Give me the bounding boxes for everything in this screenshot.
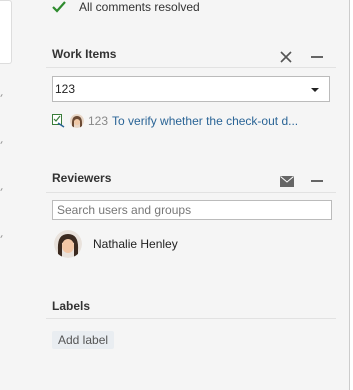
task-type-icon [52, 114, 65, 128]
divider-tick [0, 93, 3, 98]
reviewers-title: Reviewers [52, 171, 112, 185]
reviewer-item[interactable]: Nathalie Henley [54, 230, 178, 258]
work-item-row[interactable]: 123 To verify whether the check-out d... [52, 113, 298, 129]
mail-icon [280, 175, 294, 187]
work-item-link[interactable]: To verify whether the check-out d... [112, 114, 298, 128]
divider-tick [0, 140, 3, 145]
add-label-button[interactable]: Add label [52, 331, 115, 349]
collapse-work-items-button[interactable] [310, 50, 324, 64]
work-item-select[interactable]: 123 [52, 76, 330, 102]
close-icon [280, 51, 292, 63]
divider-tick [0, 234, 3, 239]
avatar [70, 114, 84, 128]
left-card [0, 0, 12, 64]
reviewer-search-input[interactable] [52, 200, 332, 220]
minimize-icon [311, 180, 323, 182]
work-item-id: 123 [88, 114, 109, 128]
chevron-down-icon [311, 88, 319, 92]
work-item-select-value: 123 [55, 82, 76, 96]
comments-resolved-status: All comments resolved [52, 0, 200, 15]
divider [46, 318, 336, 319]
remove-work-items-button[interactable] [279, 50, 293, 64]
comments-resolved-text: All comments resolved [79, 0, 200, 14]
check-icon [52, 1, 66, 13]
scrollbar-edge[interactable] [349, 0, 353, 390]
left-pane [0, 0, 14, 390]
minimize-icon [311, 56, 323, 58]
divider [46, 192, 336, 193]
avatar [54, 230, 82, 258]
divider-tick [0, 187, 3, 192]
reviewer-name: Nathalie Henley [93, 237, 178, 251]
divider [46, 67, 336, 68]
work-items-title: Work Items [52, 47, 117, 61]
email-reviewers-button[interactable] [280, 174, 294, 188]
collapse-reviewers-button[interactable] [310, 174, 324, 188]
labels-title: Labels [52, 299, 91, 313]
